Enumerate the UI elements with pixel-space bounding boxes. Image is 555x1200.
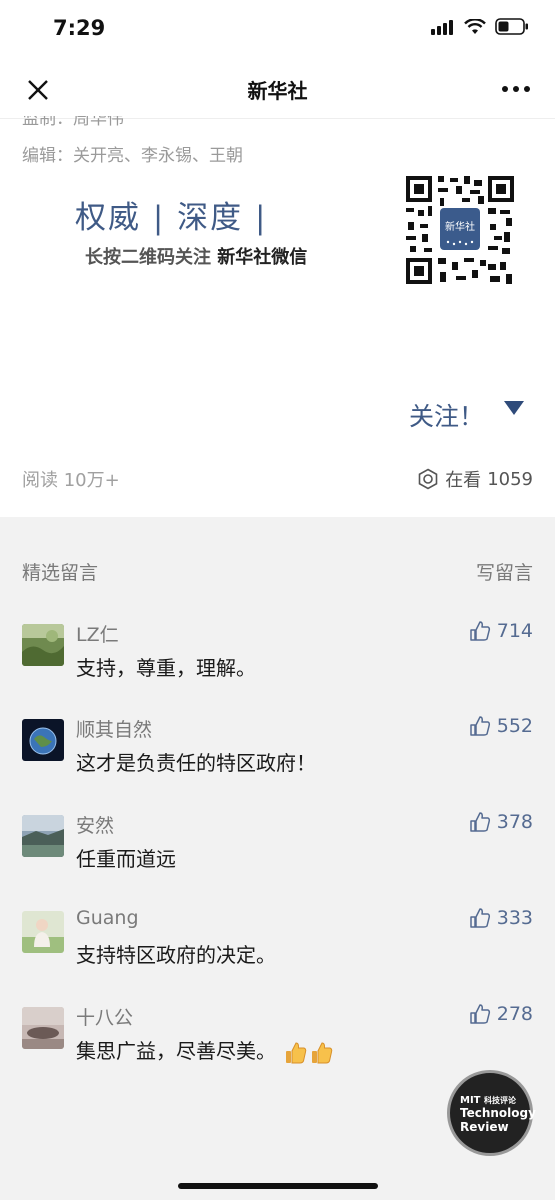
like-button[interactable]: 278	[469, 1003, 533, 1025]
banner-slogan: 权威 | 深度 |	[75, 200, 268, 236]
comment-text-body: 集思广益，尽善尽美。	[76, 1039, 276, 1063]
qr-code[interactable]: 新华社	[404, 174, 516, 286]
thumbs-up-icon	[469, 812, 490, 832]
comment-item: Guang 支持特区政府的决定。 333	[0, 907, 555, 987]
like-button[interactable]: 552	[469, 715, 533, 737]
watching-button[interactable]: 在看 1059	[417, 466, 533, 492]
thumbs-up-icon	[469, 621, 490, 641]
comment-item: 十八公 集思广益，尽善尽美。 278	[0, 1003, 555, 1083]
comment-text: 支持特区政府的决定。	[76, 943, 276, 967]
thumbs-up-emoji-icon	[286, 1041, 307, 1063]
thumbs-up-icon	[469, 716, 490, 736]
like-count: 714	[496, 620, 533, 642]
thumbs-up-icon	[469, 1004, 490, 1024]
watermark-review: Review	[460, 1120, 509, 1134]
avatar[interactable]	[22, 815, 64, 857]
qr-logo-text: 新华社	[445, 220, 475, 233]
banner-subtitle-prefix: 长按二维码关注	[85, 247, 218, 268]
comment-item: LZ仁 支持，尊重，理解。 714	[0, 620, 555, 700]
mit-technology-review-watermark: MIT 科技评论 Technology Review	[447, 1070, 536, 1156]
comment-author: 安然	[76, 815, 115, 837]
like-button[interactable]: 714	[469, 620, 533, 642]
comment-text: 任重而道远	[76, 847, 176, 871]
watching-label: 在看	[445, 470, 482, 491]
write-comment-button[interactable]: 写留言	[476, 558, 533, 585]
battery-icon	[495, 18, 528, 35]
signal-icon	[431, 19, 453, 35]
editor-line: 编辑：关开亮、李永锡、王朝	[22, 146, 243, 166]
like-button[interactable]: 333	[469, 907, 533, 929]
like-count: 552	[496, 715, 533, 737]
status-time: 7:29	[53, 16, 106, 40]
banner-subtitle: 长按二维码关注 新华社微信	[85, 243, 307, 269]
status-icons	[431, 18, 529, 35]
wifi-icon	[464, 18, 486, 34]
comment-author: 顺其自然	[76, 719, 153, 741]
read-count: 阅读 10万+	[22, 470, 120, 491]
home-indicator[interactable]	[178, 1183, 378, 1189]
thumbs-up-icon	[469, 908, 490, 928]
comment-author: LZ仁	[76, 624, 119, 646]
comment-item: 顺其自然 这才是负责任的特区政府！ 552	[0, 715, 555, 795]
page-title: 新华社	[247, 79, 308, 103]
comment-author: Guang	[76, 907, 139, 929]
avatar[interactable]	[22, 1007, 64, 1049]
comment-text: 集思广益，尽善尽美。	[76, 1035, 334, 1065]
watermark-technology: Technology	[460, 1106, 536, 1120]
like-button[interactable]: 378	[469, 811, 533, 833]
thumbs-up-emoji-icon	[312, 1041, 333, 1063]
comment-text: 这才是负责任的特区政府！	[76, 751, 316, 775]
watermark-cn: 科技评论	[483, 1096, 516, 1105]
status-bar: 7:29	[0, 0, 555, 60]
banner-subtitle-name: 新华社微信	[217, 247, 308, 268]
avatar[interactable]	[22, 624, 64, 666]
avatar[interactable]	[22, 719, 64, 761]
avatar[interactable]	[22, 911, 64, 953]
comment-item: 安然 任重而道远 378	[0, 811, 555, 891]
watermark-mit: MIT	[460, 1095, 481, 1106]
like-count: 378	[496, 811, 533, 833]
like-count: 278	[496, 1003, 533, 1025]
watermark-text: MIT 科技评论 Technology Review	[460, 1095, 536, 1135]
watching-icon	[418, 468, 438, 490]
like-count: 333	[496, 907, 533, 929]
watching-count: 1059	[487, 468, 533, 490]
triangle-down-icon	[504, 401, 524, 415]
comment-author: 十八公	[76, 1007, 134, 1029]
comments-header: 精选留言	[22, 562, 99, 584]
more-icon[interactable]	[499, 78, 533, 100]
comment-text: 支持，尊重，理解。	[76, 656, 256, 680]
follow-label[interactable]: 关注！	[409, 397, 484, 433]
nav-bar: 新华社	[0, 60, 555, 119]
